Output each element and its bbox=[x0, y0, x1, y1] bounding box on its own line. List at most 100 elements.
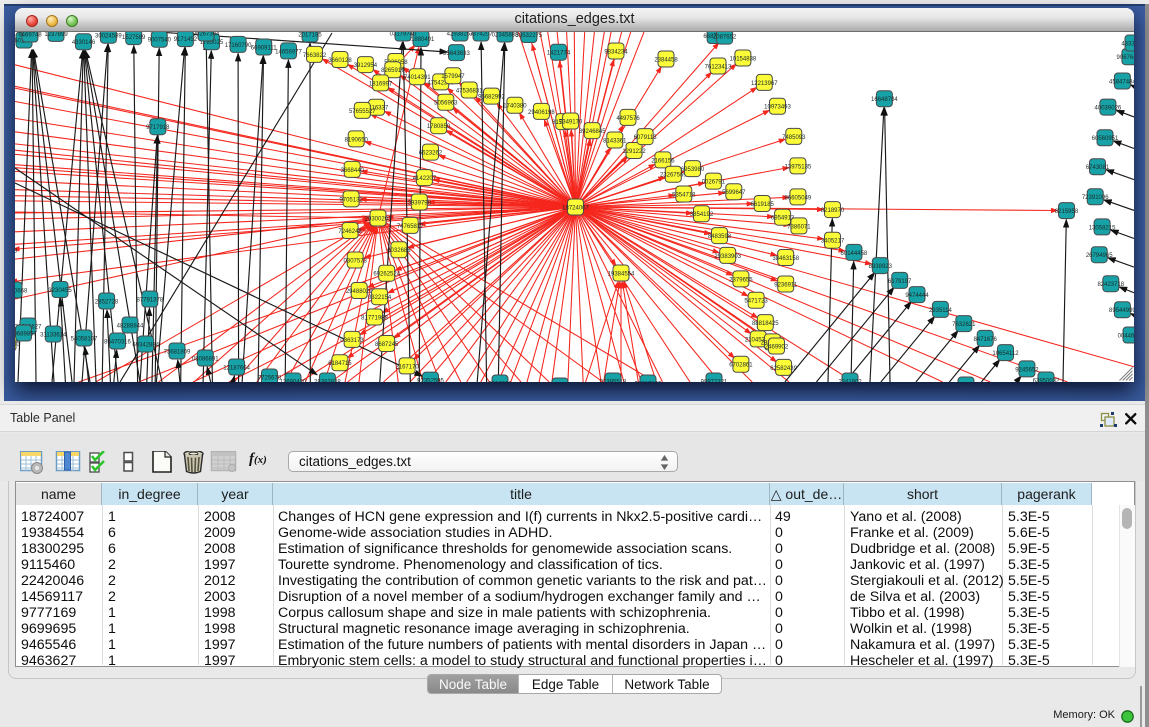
svg-text:08086891: 08086891 bbox=[192, 356, 219, 362]
svg-text:14656977: 14656977 bbox=[275, 49, 302, 55]
svg-text:1527589: 1527589 bbox=[122, 35, 146, 41]
svg-text:87791378: 87791378 bbox=[136, 297, 163, 303]
svg-text:12213967: 12213967 bbox=[751, 81, 778, 87]
svg-text:4497576: 4497576 bbox=[616, 116, 640, 122]
svg-text:10973493: 10973493 bbox=[764, 105, 791, 111]
svg-text:54058107: 54058107 bbox=[71, 336, 98, 342]
svg-text:89544999: 89544999 bbox=[1109, 308, 1134, 314]
svg-text:2017185: 2017185 bbox=[298, 32, 322, 38]
svg-text:29383903: 29383903 bbox=[714, 254, 741, 260]
svg-text:2384458: 2384458 bbox=[654, 57, 678, 63]
svg-text:31133614: 31133614 bbox=[40, 332, 67, 338]
svg-text:3374207: 3374207 bbox=[469, 32, 493, 37]
svg-text:6032688: 6032688 bbox=[387, 248, 411, 254]
svg-text:9834234: 9834234 bbox=[604, 49, 628, 55]
svg-text:26794965: 26794965 bbox=[1086, 253, 1113, 259]
svg-text:7349170: 7349170 bbox=[559, 119, 583, 125]
svg-text:5471723: 5471723 bbox=[744, 299, 768, 305]
svg-text:8471676: 8471676 bbox=[974, 337, 998, 343]
svg-text:66909111: 66909111 bbox=[251, 45, 277, 51]
svg-text:6953980: 6953980 bbox=[681, 167, 705, 173]
svg-text:10654112: 10654112 bbox=[992, 351, 1019, 357]
svg-text:29300203: 29300203 bbox=[365, 216, 392, 222]
svg-text:9007540: 9007540 bbox=[148, 38, 172, 44]
svg-text:00446090: 00446090 bbox=[1118, 333, 1134, 339]
svg-text:3405217: 3405217 bbox=[821, 239, 845, 245]
svg-text:6469748: 6469748 bbox=[18, 32, 42, 38]
svg-text:29406198: 29406198 bbox=[528, 110, 555, 116]
svg-text:76123413: 76123413 bbox=[705, 64, 732, 70]
svg-text:8215958: 8215958 bbox=[1055, 209, 1079, 215]
svg-text:60560951: 60560951 bbox=[1092, 136, 1119, 142]
svg-text:2379655: 2379655 bbox=[729, 277, 753, 283]
svg-text:6619185: 6619185 bbox=[751, 202, 775, 208]
svg-text:3312321: 3312321 bbox=[488, 381, 512, 382]
svg-text:7632621: 7632621 bbox=[952, 322, 976, 328]
svg-text:8143361: 8143361 bbox=[603, 138, 627, 144]
svg-text:40039026: 40039026 bbox=[1095, 106, 1122, 112]
svg-text:6623262: 6623262 bbox=[419, 151, 443, 157]
svg-text:17160790: 17160790 bbox=[225, 43, 252, 49]
svg-text:30024589: 30024589 bbox=[95, 34, 122, 40]
svg-text:9236911: 9236911 bbox=[774, 282, 798, 288]
svg-text:7485093: 7485093 bbox=[782, 135, 806, 141]
svg-text:18724007: 18724007 bbox=[562, 205, 589, 211]
svg-text:6179197: 6179197 bbox=[888, 279, 912, 285]
svg-text:9717918: 9717918 bbox=[146, 125, 170, 131]
svg-text:2469902: 2469902 bbox=[765, 344, 789, 350]
svg-text:01395518: 01395518 bbox=[600, 379, 627, 382]
svg-text:39532275: 39532275 bbox=[516, 33, 543, 39]
svg-text:4330146: 4330146 bbox=[72, 40, 96, 46]
svg-text:2166156: 2166156 bbox=[651, 158, 675, 164]
svg-text:2241902: 2241902 bbox=[838, 379, 862, 382]
svg-text:92352595: 92352595 bbox=[417, 379, 444, 383]
svg-text:7725678: 7725678 bbox=[258, 375, 282, 381]
svg-text:58317100: 58317100 bbox=[635, 381, 662, 382]
svg-text:2935114: 2935114 bbox=[929, 308, 953, 314]
svg-text:3939798: 3939798 bbox=[408, 200, 432, 206]
svg-text:5056963: 5056963 bbox=[434, 101, 458, 107]
svg-text:6702861: 6702861 bbox=[729, 363, 753, 369]
svg-text:1237899: 1237899 bbox=[44, 32, 68, 38]
svg-text:02345888: 02345888 bbox=[492, 32, 519, 38]
svg-text:13690420: 13690420 bbox=[280, 379, 307, 382]
svg-text:0307573: 0307573 bbox=[344, 258, 368, 264]
svg-text:9171452: 9171452 bbox=[174, 37, 198, 43]
svg-text:74765817: 74765817 bbox=[397, 224, 424, 230]
svg-text:98972321: 98972321 bbox=[701, 379, 728, 382]
svg-text:81771988: 81771988 bbox=[361, 315, 388, 321]
svg-text:2852728: 2852728 bbox=[95, 299, 119, 305]
svg-text:13058215: 13058215 bbox=[1089, 225, 1116, 231]
svg-text:5699647: 5699647 bbox=[722, 190, 746, 196]
svg-text:95682992: 95682992 bbox=[478, 95, 505, 101]
svg-text:1740380: 1740380 bbox=[503, 104, 527, 110]
svg-text:23267569: 23267569 bbox=[660, 173, 687, 179]
svg-text:13975135: 13975135 bbox=[785, 164, 812, 170]
svg-text:86470316: 86470316 bbox=[104, 339, 131, 345]
svg-text:45847484: 45847484 bbox=[1109, 79, 1134, 85]
svg-text:10154838: 10154838 bbox=[730, 56, 757, 62]
svg-text:8483598: 8483598 bbox=[708, 234, 732, 240]
svg-text:3668440: 3668440 bbox=[341, 168, 365, 174]
svg-text:6743081: 6743081 bbox=[1086, 165, 1110, 171]
svg-text:5354718: 5354718 bbox=[672, 192, 696, 198]
svg-text:8218970: 8218970 bbox=[821, 208, 845, 214]
svg-text:8938923: 8938923 bbox=[869, 264, 893, 270]
svg-text:48288844: 48288844 bbox=[117, 323, 144, 329]
svg-text:88818425: 88818425 bbox=[752, 321, 779, 327]
svg-text:7663822: 7663822 bbox=[303, 53, 327, 59]
svg-text:29488029: 29488029 bbox=[346, 289, 373, 295]
svg-text:30689857: 30689857 bbox=[15, 331, 38, 337]
svg-text:69262524: 69262524 bbox=[373, 272, 400, 278]
svg-text:39246845: 39246845 bbox=[579, 129, 606, 135]
svg-text:0322154: 0322154 bbox=[368, 295, 392, 301]
svg-text:7021855: 7021855 bbox=[15, 341, 20, 347]
svg-text:82423718: 82423718 bbox=[1097, 282, 1124, 288]
svg-text:3912954: 3912954 bbox=[354, 63, 378, 69]
svg-text:3230455: 3230455 bbox=[48, 288, 72, 294]
svg-text:1780850: 1780850 bbox=[427, 124, 451, 130]
svg-text:0026791: 0026791 bbox=[702, 180, 726, 186]
svg-text:3854192: 3854192 bbox=[690, 212, 714, 218]
svg-text:90267304: 90267304 bbox=[193, 32, 220, 37]
svg-text:28383838: 28383838 bbox=[314, 379, 341, 382]
